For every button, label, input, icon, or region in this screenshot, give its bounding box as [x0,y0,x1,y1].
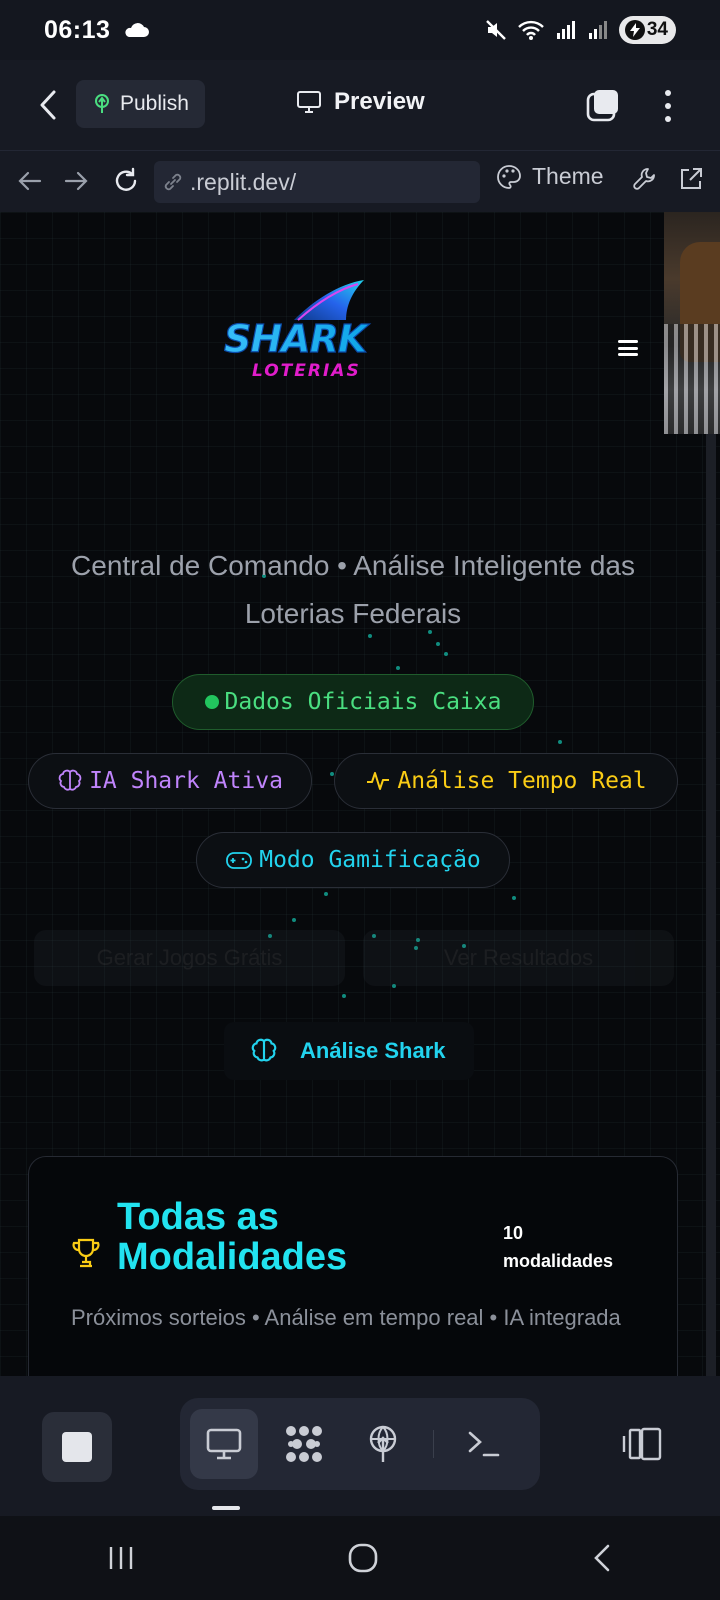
reload-icon[interactable] [112,167,140,195]
svg-text:SHARK: SHARK [224,317,370,361]
count-label: modalidades [503,1251,614,1271]
gerar-jogos-button[interactable]: Gerar Jogos Grátis [34,930,345,986]
url-text: .replit.dev/ [190,168,297,195]
status-dot-icon [204,695,219,709]
page-title: Preview [334,88,425,115]
analise-shark-button[interactable]: Análise Shark [224,1022,474,1080]
faded-cta-row: Gerar Jogos Grátis Ver Resultados [34,930,674,986]
signal-icon [556,21,575,39]
deploy-tool-button[interactable] [350,1409,418,1479]
signal-icon-2 [588,21,607,39]
battery-level: 34 [646,19,668,40]
preview-webview: SHARK LOTERIAS Central de Comando • Anál… [0,212,720,1376]
agent-tool-button[interactable] [270,1409,338,1479]
menu-hamburger-icon[interactable] [618,340,638,356]
publish-button[interactable]: Publish [76,80,205,128]
tool-switcher [180,1398,540,1490]
badge-label: Modo Gamificação [259,847,481,873]
preview-tool-button[interactable] [190,1409,258,1479]
badge-label: Dados Oficiais Caixa [224,689,502,715]
wrench-icon[interactable] [632,166,658,192]
link-icon [164,173,182,191]
monitor-icon [297,91,321,113]
brain-icon [251,1038,277,1062]
analise-shark-label: Análise Shark [300,1038,446,1063]
monitor-icon [206,1428,242,1460]
badge-dados-oficiais: Dados Oficiais Caixa [172,674,534,730]
battery-indicator: 34 [618,16,676,44]
bottom-toolbar [0,1376,720,1516]
nav-forward-icon[interactable] [62,167,90,195]
mute-icon [486,20,506,40]
hero-subtitle: Central de Comando • Análise Inteligente… [71,550,635,629]
badge-label: IA Shark Ativa [89,768,283,794]
publish-icon [370,1425,397,1462]
publish-label: Publish [120,92,189,115]
stop-icon [62,1432,92,1462]
badge-modo-gamificacao: Modo Gamificação [196,832,510,888]
back-arrow-icon[interactable] [34,88,64,122]
badge-analise-tempo-real: Análise Tempo Real [334,753,678,809]
wifi-icon [518,20,544,40]
publish-icon [95,94,109,113]
theme-label: Theme [532,163,604,189]
cloud-icon [125,23,150,37]
clock: 06:13 [44,15,111,44]
system-nav-bar [0,1516,720,1600]
badge-ia-shark: IA Shark Ativa [28,753,312,809]
modalidades-count: 10 modalidades [503,1219,613,1275]
theme-button[interactable]: Theme [496,163,604,190]
shark-loterias-logo[interactable]: SHARK LOTERIAS [224,280,410,380]
shell-tool-button[interactable] [450,1409,518,1479]
card-description: Próximos sorteios • Análise em tempo rea… [71,1305,621,1330]
home-icon[interactable] [347,1542,379,1574]
system-back-icon[interactable] [590,1543,614,1573]
preview-tab-title: Preview [296,88,425,116]
modalidades-card[interactable]: Todas as Modalidades 10 modalidades Próx… [28,1156,678,1376]
tabs-switcher-icon[interactable] [586,88,620,122]
recents-icon[interactable] [106,1544,136,1572]
active-indicator [212,1506,240,1510]
gamepad-icon [226,852,253,869]
divider [433,1430,435,1458]
trophy-icon [72,1238,100,1268]
app-header: Publish Preview [0,60,720,150]
charging-icon [624,20,645,40]
brain-icon [58,769,82,791]
badge-label: Análise Tempo Real [397,768,647,794]
ver-resultados-button[interactable]: Ver Resultados [363,930,674,986]
url-field[interactable]: .replit.dev/ [154,161,480,203]
stop-button[interactable] [42,1412,112,1482]
status-bar: 06:13 34 [0,0,720,60]
svg-text:LOTERIAS: LOTERIAS [252,361,361,380]
count-number: 10 [503,1223,524,1243]
agent-icon [285,1426,322,1462]
palette-icon [497,164,521,189]
more-options-icon[interactable] [658,86,678,126]
open-external-icon[interactable] [678,166,704,192]
nav-back-icon[interactable] [16,167,44,195]
url-bar: .replit.dev/ Theme [0,150,720,212]
card-title: Todas as Modalidades [117,1196,348,1278]
pulse-icon [367,772,390,790]
panel-toggle-icon[interactable] [620,1426,664,1462]
video-thumbnail[interactable] [664,212,720,434]
terminal-icon [468,1431,500,1457]
